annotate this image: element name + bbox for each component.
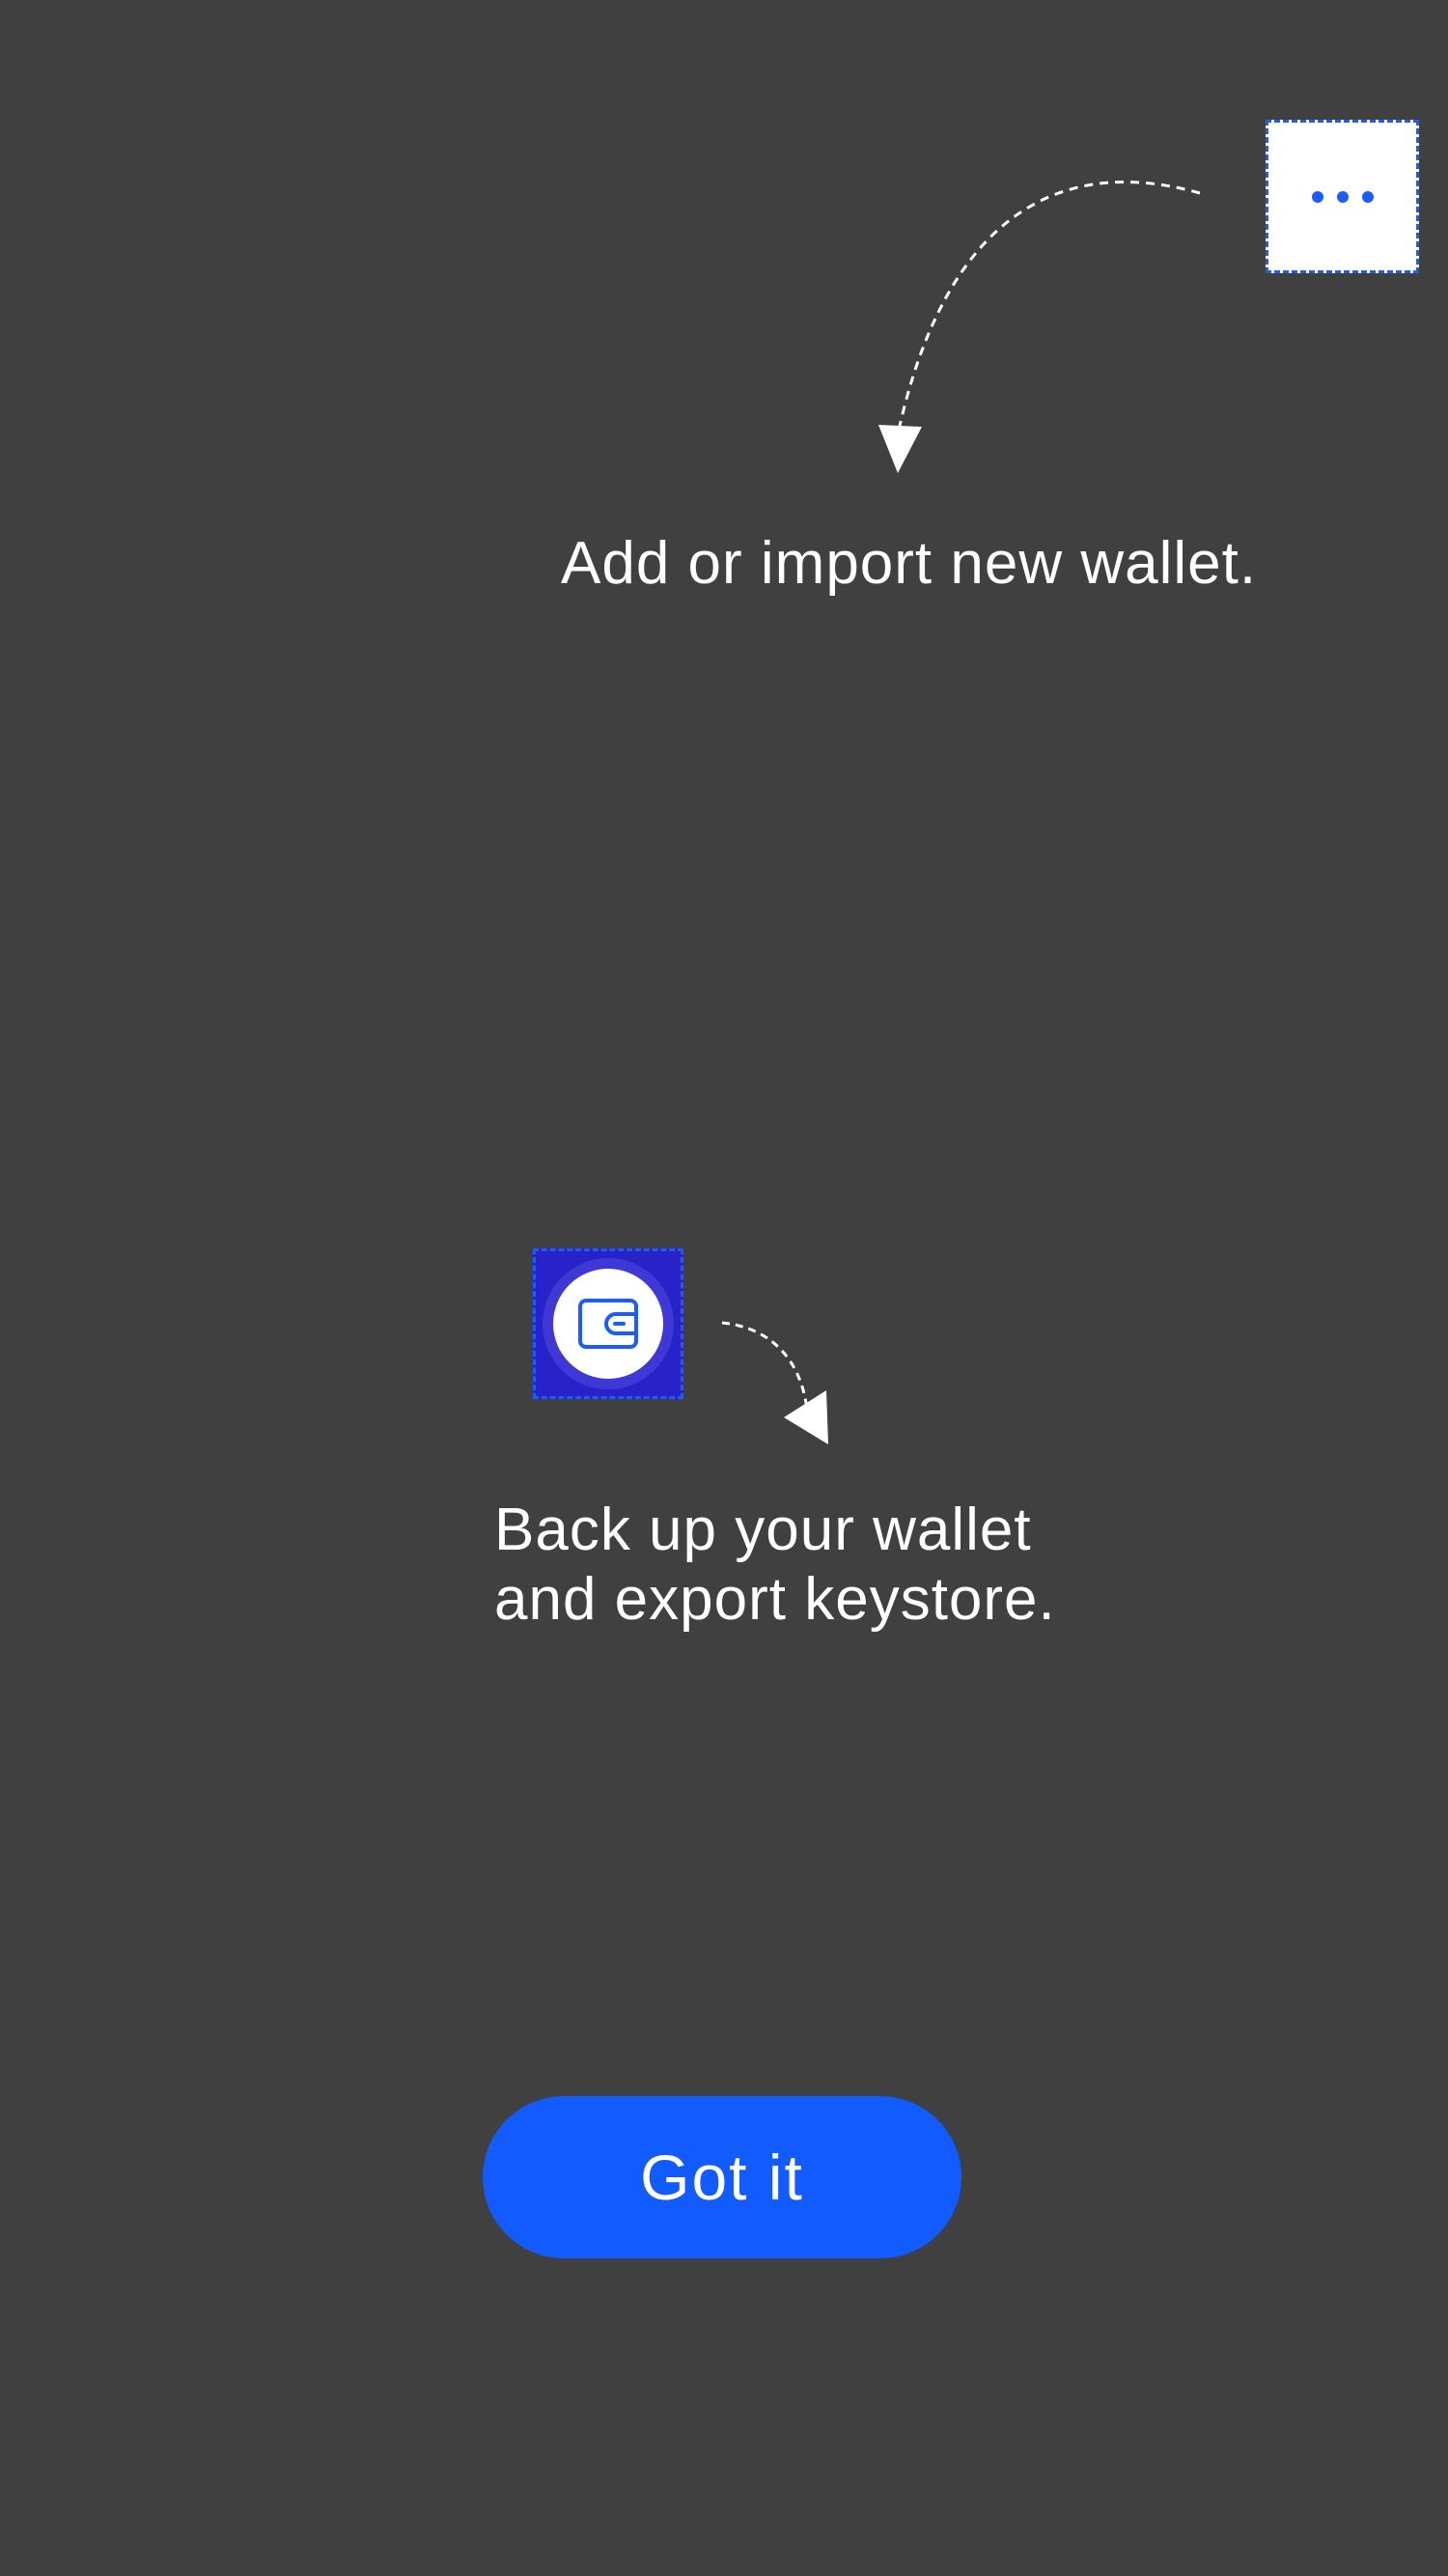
- tip-arrow-bottom: [721, 1321, 828, 1444]
- got-it-button[interactable]: Got it: [483, 2096, 961, 2258]
- tip-arrow-top: [878, 181, 1201, 473]
- add-wallet-tip-text: Add or import new wallet.: [561, 530, 1258, 597]
- backup-wallet-tip-text: Back up your wallet and export keystore.: [494, 1497, 1056, 1633]
